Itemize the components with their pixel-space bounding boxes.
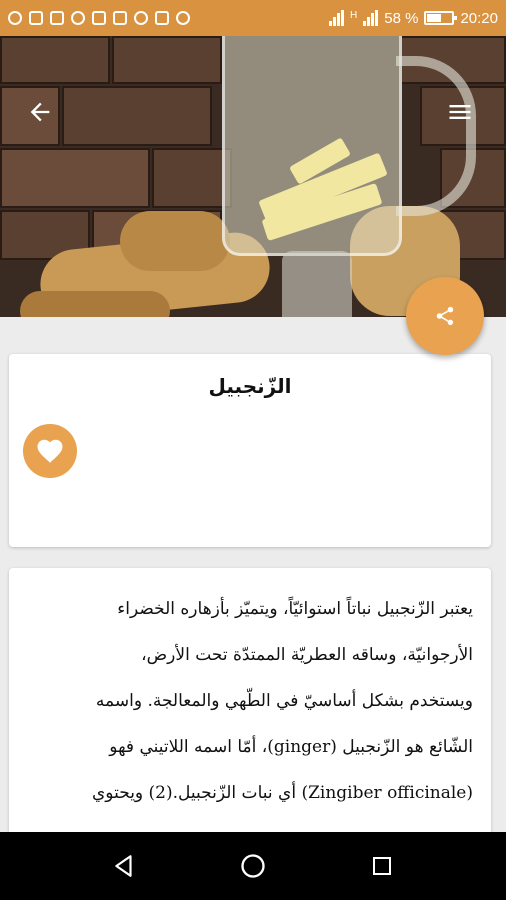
app-icon-2 xyxy=(134,11,148,25)
share-icon xyxy=(436,306,454,326)
body-line: يعتبر الزّنجبيل نباتاً استوائيّاً، ويتمي… xyxy=(117,599,473,619)
wifi-signal-icon xyxy=(329,10,345,26)
status-bar: H 58 % 20:20 xyxy=(0,0,506,36)
body-line: الأرجوانيّة، وساقه العطريّة الممتدّة تحت… xyxy=(141,645,473,665)
facebook-icon xyxy=(50,11,64,25)
body-line: (Zingiber officinale) أي نبات الزّنجبيل.… xyxy=(92,783,473,803)
back-triangle-icon xyxy=(115,855,132,877)
title-card: الزّنجبيل xyxy=(9,354,491,547)
app-icon xyxy=(113,11,127,25)
recents-square-icon xyxy=(372,857,391,875)
favorite-button[interactable] xyxy=(23,424,77,478)
clock: 20:20 xyxy=(460,9,498,27)
messenger-icon xyxy=(71,11,85,25)
article-title: الزّنجبيل xyxy=(208,374,292,398)
messenger-icon-2 xyxy=(176,11,190,25)
battery-percent: 58 % xyxy=(384,9,419,27)
hero-image xyxy=(0,36,506,317)
content-card: يعتبر الزّنجبيل نباتاً استوائيّاً، ويتمي… xyxy=(9,568,491,868)
body-line: ويستخدم بشكل أساسيّ في الطّهي والمعالجة.… xyxy=(95,691,473,711)
heart-icon xyxy=(37,439,63,463)
body-line: الشّائع هو الزّنجبيل (ginger)، أمّا اسمه… xyxy=(109,737,473,757)
arrow-back-icon xyxy=(30,102,50,122)
share-button[interactable] xyxy=(406,277,484,355)
back-button[interactable] xyxy=(20,92,60,132)
instagram-icon xyxy=(155,11,169,25)
nav-home-button[interactable] xyxy=(233,846,273,886)
notification-icons xyxy=(8,11,190,25)
nav-back-button[interactable] xyxy=(104,846,144,886)
home-circle-icon xyxy=(241,854,265,878)
sim-icon xyxy=(29,11,43,25)
cell-signal-icon xyxy=(363,10,379,26)
navigation-bar xyxy=(0,832,506,900)
gallery-icon xyxy=(92,11,106,25)
menu-icon xyxy=(449,105,471,119)
battery-icon xyxy=(424,11,458,25)
hotspot-icon xyxy=(8,11,22,25)
article-body: يعتبر الزّنجبيل نباتاً استوائيّاً، ويتمي… xyxy=(9,568,491,816)
status-right: H 58 % 20:20 xyxy=(329,10,498,27)
nav-recents-button[interactable] xyxy=(362,846,402,886)
menu-button[interactable] xyxy=(440,92,480,132)
network-type: H xyxy=(350,9,358,21)
